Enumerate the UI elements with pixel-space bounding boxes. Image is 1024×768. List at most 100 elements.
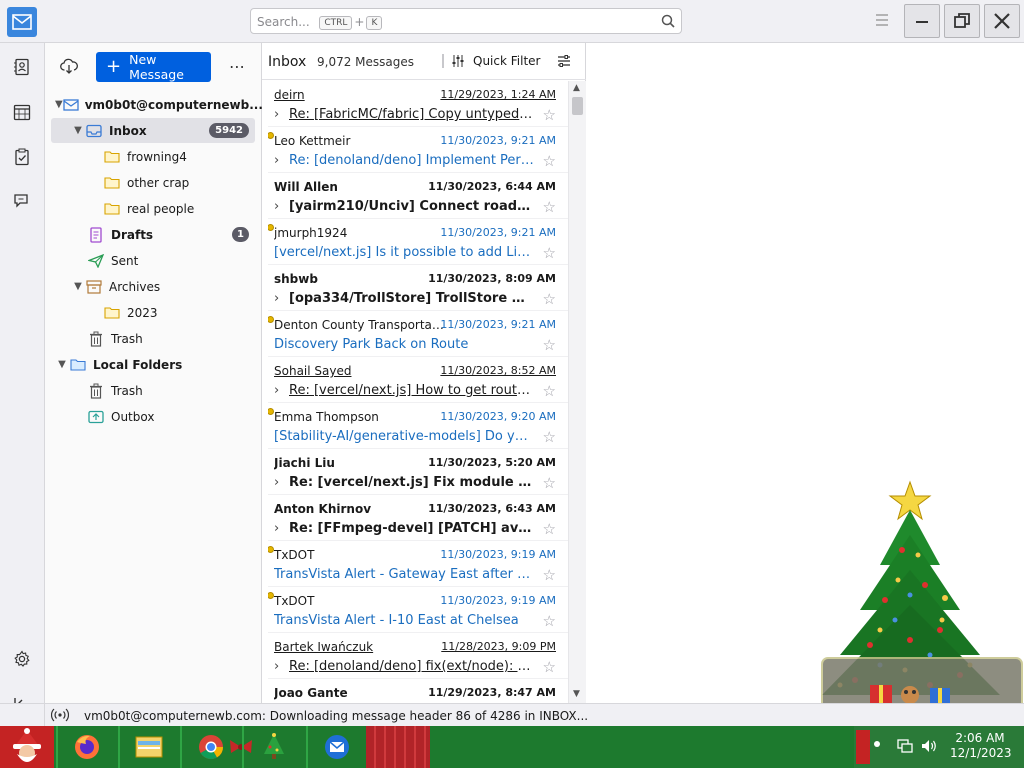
search-placeholder: Search... CTRL + K (257, 15, 384, 30)
message-row[interactable]: shbwb 11/30/2023, 8:09 AM › [opa334/TrollSt… (268, 265, 568, 311)
folder-sent[interactable]: Sent (87, 248, 138, 273)
folder-2023[interactable]: 2023 (103, 300, 158, 325)
message-row[interactable]: Leo Kettmeir 11/30/2023, 9:21 AM › Re: [den… (268, 127, 568, 173)
message-row[interactable]: Denton County Transportati... 11/30/2023,… (268, 311, 568, 357)
scrollbar-thumb[interactable] (572, 97, 583, 115)
message-row[interactable]: deirn 11/29/2023, 1:24 AM › Re: [FabricMC/f… (268, 81, 568, 127)
star-icon[interactable]: ☆ (543, 152, 556, 170)
mail-space-icon[interactable] (7, 7, 37, 37)
star-icon[interactable]: ☆ (543, 658, 556, 676)
thread-expand-icon[interactable]: › (274, 383, 289, 398)
search-input[interactable]: Search... CTRL + K (250, 8, 682, 34)
thread-expand-icon[interactable]: › (274, 291, 289, 306)
taskbar-file-explorer-icon[interactable] (118, 726, 178, 768)
star-icon[interactable]: ☆ (543, 566, 556, 584)
message-sender: Bartek Iwańczuk (274, 640, 374, 654)
message-date: 11/30/2023, 9:21 AM (440, 226, 556, 239)
drafts-count-badge: 1 (232, 227, 249, 242)
taskbar-firefox-icon[interactable] (56, 726, 116, 768)
folder-frowning4[interactable]: frowning4 (103, 144, 187, 169)
app-menu-icon[interactable] (872, 12, 892, 30)
folder-trash[interactable]: Trash (87, 326, 143, 351)
message-list[interactable]: deirn 11/29/2023, 1:24 AM › Re: [FabricMC/f… (268, 81, 568, 703)
star-icon[interactable]: ☆ (543, 244, 556, 262)
message-subject: [Stability-AI/generative-models] Do yo..… (274, 429, 534, 444)
message-date: 11/30/2023, 9:21 AM (440, 134, 556, 147)
tasks-icon[interactable] (11, 146, 33, 168)
taskbar-tree-icon[interactable] (242, 726, 304, 768)
star-icon[interactable]: ☆ (543, 520, 556, 538)
star-icon[interactable]: ☆ (543, 336, 556, 354)
collapse-arrow-icon[interactable]: ▼ (55, 99, 63, 110)
start-button-santa-icon[interactable] (0, 726, 54, 768)
scroll-up-icon[interactable]: ▲ (573, 83, 580, 93)
more-options-icon[interactable]: ⋯ (229, 57, 246, 76)
system-clock[interactable]: 2:06 AM 12/1/2023 (950, 731, 1012, 761)
thread-expand-icon[interactable]: › (274, 153, 289, 168)
address-book-icon[interactable] (11, 56, 33, 78)
folder-real-people[interactable]: real people (103, 196, 194, 221)
message-row[interactable]: Sohail Sayed 11/30/2023, 8:52 AM › Re: [ver… (268, 357, 568, 403)
folder-drafts[interactable]: Drafts 1 (87, 222, 255, 247)
local-folders-row[interactable]: ▼ Local Folders (55, 352, 182, 377)
volume-icon[interactable] (920, 738, 938, 757)
restore-button[interactable] (944, 4, 980, 38)
star-icon[interactable]: ☆ (543, 290, 556, 308)
message-row[interactable]: TxDOT 11/30/2023, 9:19 AM TransVista Alert… (268, 541, 568, 587)
message-date: 11/30/2023, 9:19 AM (440, 548, 556, 561)
quick-filter-button[interactable]: Quick Filter (442, 54, 540, 68)
taskbar-thunderbird-icon[interactable] (306, 726, 366, 768)
title-bar: Search... CTRL + K (0, 0, 1024, 43)
message-row[interactable]: Anton Khirnov 11/30/2023, 6:43 AM › Re: [FF… (268, 495, 568, 541)
settings-gear-icon[interactable] (11, 648, 33, 670)
local-folder-trash[interactable]: Trash (87, 378, 143, 403)
minimize-button[interactable] (904, 4, 940, 38)
star-icon[interactable]: ☆ (543, 428, 556, 446)
message-date: 11/29/2023, 8:47 AM (428, 686, 556, 699)
thread-expand-icon[interactable]: › (274, 475, 289, 490)
message-row[interactable]: Emma Thompson 11/30/2023, 9:20 AM [Stabili… (268, 403, 568, 449)
new-message-button[interactable]: + New Message (96, 52, 211, 82)
star-icon[interactable]: ☆ (543, 198, 556, 216)
christmas-tree-widget (810, 480, 1024, 726)
folder-inbox[interactable]: ▼ Inbox 5942 (51, 118, 255, 143)
online-status-icon[interactable] (50, 708, 70, 725)
star-icon[interactable]: ☆ (543, 474, 556, 492)
tray-dot-icon[interactable] (874, 741, 880, 747)
folder-other-crap[interactable]: other crap (103, 170, 189, 195)
view-options-icon[interactable] (556, 54, 572, 71)
message-subject: › Re: [vercel/next.js] How to get router.… (274, 383, 534, 398)
star-icon[interactable]: ☆ (543, 106, 556, 124)
calendar-icon[interactable] (11, 101, 33, 123)
thread-expand-icon[interactable]: › (274, 199, 289, 214)
message-row[interactable]: Will Allen 11/30/2023, 6:44 AM › [yairm210/… (268, 173, 568, 219)
collapse-arrow-icon[interactable]: ▼ (71, 281, 85, 292)
message-sender: Sohail Sayed (274, 364, 352, 378)
message-row[interactable]: Joao Gante11/29/2023, 8:47 AM☆ (268, 679, 568, 703)
message-row[interactable]: Bartek Iwańczuk 11/28/2023, 9:09 PM › Re: [… (268, 633, 568, 679)
message-row[interactable]: Jiachi Liu 11/30/2023, 5:20 AM › Re: [verce… (268, 449, 568, 495)
message-subject: [vercel/next.js] Is it possible to add L… (274, 245, 534, 260)
message-sender: Emma Thompson (274, 410, 379, 424)
close-button[interactable] (984, 4, 1020, 38)
outbox-icon (87, 409, 105, 425)
thread-expand-icon[interactable]: › (274, 659, 289, 674)
message-list-scrollbar[interactable]: ▲ ▼ (568, 81, 586, 703)
local-folder-outbox[interactable]: Outbox (87, 404, 154, 429)
account-row[interactable]: ▼ vm0b0t@computernewb... (55, 92, 263, 117)
search-icon[interactable] (661, 14, 675, 31)
network-icon[interactable] (896, 738, 914, 757)
scroll-down-icon[interactable]: ▼ (573, 689, 580, 699)
collapse-arrow-icon[interactable]: ▼ (71, 125, 85, 136)
star-icon[interactable]: ☆ (543, 382, 556, 400)
collapse-arrow-icon[interactable]: ▼ (55, 359, 69, 370)
get-messages-icon[interactable] (60, 58, 78, 77)
thread-expand-icon[interactable]: › (274, 521, 289, 536)
message-subject: › Re: [FabricMC/fabric] Copy untyped pay.… (274, 107, 534, 122)
thread-expand-icon[interactable]: › (274, 107, 289, 122)
star-icon[interactable]: ☆ (543, 612, 556, 630)
folder-archives[interactable]: ▼ Archives (71, 274, 160, 299)
message-row[interactable]: jmurph1924 11/30/2023, 9:21 AM [vercel/nex… (268, 219, 568, 265)
chat-icon[interactable] (11, 190, 33, 212)
message-row[interactable]: TxDOT 11/30/2023, 9:19 AM TransVista Alert… (268, 587, 568, 633)
